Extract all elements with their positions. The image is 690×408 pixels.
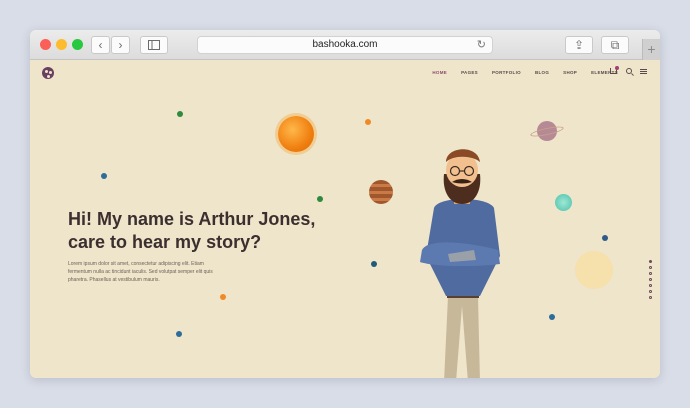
minimize-window-button[interactable]: [56, 39, 67, 50]
tabs-icon: ⧉: [610, 38, 620, 52]
planet-dot: [177, 111, 183, 117]
pager-dot[interactable]: [649, 260, 652, 263]
planet-dot: [549, 314, 555, 320]
sidebar-button[interactable]: [140, 36, 168, 54]
planet-dot: [220, 294, 226, 300]
browser-toolbar: ‹ › bashooka.com ↻ ⇪ ⧉ +: [30, 30, 660, 60]
chevron-left-icon: ‹: [98, 38, 103, 52]
pager-dot[interactable]: [649, 284, 652, 287]
planet-dot: [317, 196, 323, 202]
striped-planet: [369, 180, 393, 204]
nav-item-pages[interactable]: PAGES: [461, 70, 478, 75]
sun-planet: [278, 116, 314, 152]
hero-title-line2: care to hear my story?: [68, 232, 262, 252]
hero-paragraph: Lorem ipsum dolor sit amet, consectetur …: [68, 261, 213, 283]
planet-dot: [101, 173, 107, 179]
nav-item-shop[interactable]: SHOP: [563, 70, 577, 75]
nav-item-home[interactable]: HOME: [432, 70, 447, 75]
share-icon: ⇪: [573, 38, 585, 52]
search-icon[interactable]: [626, 68, 632, 74]
reload-icon[interactable]: ↻: [477, 37, 486, 53]
hero-title: Hi! My name is Arthur Jones, care to hea…: [68, 208, 338, 254]
sidebar-icon: [148, 40, 160, 50]
main-nav: HOME PAGES PORTFOLIO BLOG SHOP ELEMENTS: [432, 70, 618, 75]
nav-item-blog[interactable]: BLOG: [535, 70, 549, 75]
teal-planet: [555, 194, 572, 211]
planet-dot: [176, 331, 182, 337]
address-bar[interactable]: bashooka.com ↻: [197, 36, 493, 54]
pale-planet: [575, 251, 613, 289]
hamburger-menu-icon[interactable]: [640, 69, 647, 74]
pager-dot[interactable]: [649, 266, 652, 269]
cart-badge: [615, 66, 619, 70]
nav-item-portfolio[interactable]: PORTFOLIO: [492, 70, 521, 75]
zoom-window-button[interactable]: [72, 39, 83, 50]
hero-title-line1: Hi! My name is Arthur Jones,: [68, 209, 316, 229]
browser-window: ‹ › bashooka.com ↻ ⇪ ⧉ + HOME PAGES PORT…: [30, 30, 660, 378]
chevron-right-icon: ›: [118, 38, 123, 52]
planet-dot: [365, 119, 371, 125]
close-window-button[interactable]: [40, 39, 51, 50]
forward-button[interactable]: ›: [111, 36, 130, 54]
planet-dot: [371, 261, 377, 267]
website-viewport: HOME PAGES PORTFOLIO BLOG SHOP ELEMENTS …: [30, 60, 660, 378]
planet-dot: [602, 235, 608, 241]
url-text: bashooka.com: [312, 39, 378, 50]
back-button[interactable]: ‹: [91, 36, 110, 54]
share-button[interactable]: ⇪: [565, 36, 593, 54]
site-logo[interactable]: [42, 67, 54, 79]
section-pager: [649, 260, 652, 299]
character-illustration: [420, 149, 500, 378]
new-tab-button[interactable]: +: [642, 39, 660, 60]
plus-icon: +: [647, 41, 656, 57]
pager-dot[interactable]: [649, 296, 652, 299]
pager-dot[interactable]: [649, 290, 652, 293]
pager-dot[interactable]: [649, 272, 652, 275]
tabs-overview-button[interactable]: ⧉: [601, 36, 629, 54]
pager-dot[interactable]: [649, 278, 652, 281]
